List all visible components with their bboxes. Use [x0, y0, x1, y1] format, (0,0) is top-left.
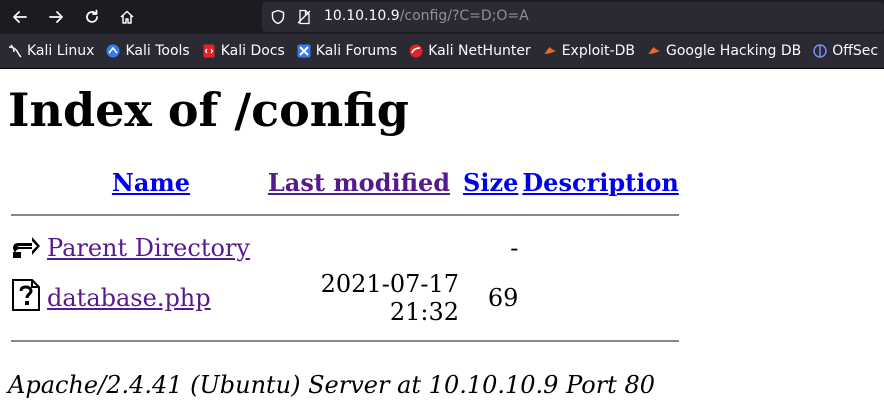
icon-column-header	[10, 163, 44, 201]
bookmark-label: Kali Linux	[27, 43, 95, 59]
bookmark-label: Kali Forums	[315, 43, 398, 59]
url-bar[interactable]: 10.10.10.9/config/?C=D;O=A	[262, 2, 884, 32]
url-text[interactable]: 10.10.10.9/config/?C=D;O=A	[324, 8, 529, 24]
size-cell: 69	[487, 284, 519, 312]
home-button[interactable]	[115, 5, 139, 29]
database-php-link[interactable]: database.php	[47, 284, 211, 312]
page-content: Index of /config Name Last modified Size…	[0, 83, 884, 399]
url-host: 10.10.10.9	[324, 8, 400, 24]
bookmark-label: Google Hacking DB	[665, 43, 802, 59]
bookmark-kali-forums[interactable]: Kali Forums	[297, 43, 397, 59]
page-title: Index of /config	[8, 83, 409, 137]
sort-by-size-link[interactable]: Size	[463, 168, 518, 197]
tracking-protection-shield-icon[interactable]	[270, 9, 286, 29]
table-row: Parent Directory -	[10, 229, 680, 267]
name-cell: Parent Directory	[46, 229, 256, 267]
kali-dragon-icon	[8, 44, 22, 58]
back-button[interactable]	[8, 5, 32, 29]
bookmark-label: OffSec	[832, 43, 879, 59]
divider-row	[10, 329, 680, 353]
back-folder-icon	[13, 237, 40, 258]
sort-by-name-link[interactable]: Name	[112, 168, 190, 197]
kali-tools-icon	[106, 44, 120, 58]
divider	[11, 340, 679, 342]
icon-cell	[10, 269, 44, 327]
bookmark-offsec[interactable]: OffSec	[813, 43, 878, 59]
description-cell	[521, 229, 679, 267]
bookmark-google-hacking-db[interactable]: Google Hacking DB	[647, 43, 801, 59]
size-cell: -	[510, 234, 519, 262]
modified-cell: 2021-07-17 21:32	[320, 270, 459, 326]
bookmark-label: Kali Docs	[220, 43, 285, 59]
table-header-row: Name Last modified Size Description	[10, 163, 680, 201]
divider	[11, 214, 679, 216]
kali-docs-icon	[202, 44, 216, 58]
offsec-icon	[813, 44, 827, 58]
bookmark-kali-docs[interactable]: Kali Docs	[202, 43, 285, 59]
server-signature: Apache/2.4.41 (Ubuntu) Server at 10.10.1…	[8, 371, 655, 399]
bookmarks-toolbar: Kali Linux Kali Tools Kali Docs Kali For…	[0, 34, 884, 69]
arrow-left-icon	[13, 11, 27, 23]
reload-icon	[86, 9, 98, 23]
ghdb-icon	[647, 44, 661, 58]
exploit-db-icon	[543, 44, 557, 58]
description-cell	[521, 269, 679, 327]
bookmark-kali-nethunter[interactable]: Kali NetHunter	[409, 43, 531, 59]
description-column-header: Description	[521, 163, 679, 201]
home-icon	[120, 10, 134, 24]
name-cell: database.php	[46, 269, 256, 327]
bookmark-kali-tools[interactable]: Kali Tools	[106, 43, 190, 59]
bookmark-label: Kali NetHunter	[428, 43, 531, 59]
reload-button[interactable]	[80, 5, 104, 29]
bookmark-label: Kali Tools	[125, 43, 190, 59]
sort-by-description-link[interactable]: Description	[522, 168, 678, 197]
insecure-page-icon[interactable]	[296, 9, 312, 29]
icon-cell	[10, 229, 44, 267]
size-column-header: Size	[462, 163, 519, 201]
parent-directory-link[interactable]: Parent Directory	[47, 234, 250, 262]
sort-by-last-modified-link[interactable]: Last modified	[268, 168, 450, 197]
unknown-file-icon	[12, 279, 40, 311]
directory-listing-table: Name Last modified Size Description Pare…	[8, 161, 682, 355]
browser-toolbar: 10.10.10.9/config/?C=D;O=A	[0, 0, 884, 34]
bookmark-label: Exploit-DB	[561, 43, 635, 59]
divider-row	[10, 203, 680, 227]
table-row: database.php 2021-07-17 21:32 69	[10, 269, 680, 327]
kali-nethunter-icon	[409, 44, 423, 58]
url-path: /config/?C=D;O=A	[399, 8, 529, 24]
kali-forums-icon	[297, 44, 311, 58]
bookmark-kali-linux[interactable]: Kali Linux	[8, 43, 94, 59]
name-column-header: Name	[46, 163, 256, 201]
forward-button[interactable]	[44, 5, 68, 29]
last-modified-column-header: Last modified	[258, 163, 460, 201]
bookmark-exploit-db[interactable]: Exploit-DB	[543, 43, 635, 59]
modified-cell	[258, 229, 460, 267]
arrow-right-icon	[49, 11, 63, 23]
